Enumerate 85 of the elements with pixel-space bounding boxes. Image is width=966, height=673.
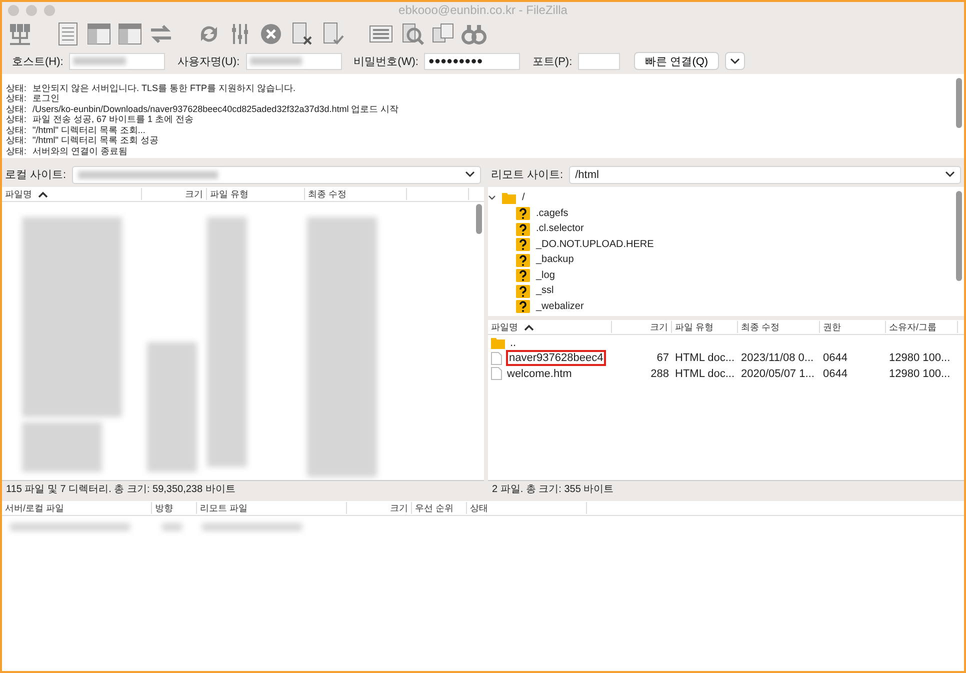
column-header[interactable]: 크기 <box>185 188 203 200</box>
sort-ascending-icon <box>524 324 534 330</box>
status-text: 115 파일 및 7 디렉터리. 총 크기: 59,350,238 바이트 <box>2 480 484 497</box>
file-name[interactable]: .. <box>510 336 516 349</box>
column-header[interactable]: 최종 수정 <box>308 188 347 200</box>
column-header[interactable]: 최종 수정 <box>741 320 780 334</box>
tree-item[interactable]: .cagefs <box>536 208 568 219</box>
table-cell: 12980 100... <box>889 368 950 380</box>
tree-item[interactable]: _backup <box>536 254 574 266</box>
column-header[interactable]: 파일 유형 <box>675 320 714 334</box>
folder-icon <box>502 192 516 204</box>
log-message: 로그인 <box>32 93 60 104</box>
field-label: 사용자명(U): <box>177 54 240 68</box>
window-title: ebkooo@eunbin.co.kr - FileZilla <box>398 3 568 17</box>
question-folder-icon <box>516 206 530 220</box>
table-cell: HTML doc... <box>675 352 734 364</box>
password-field[interactable]: ●●●●●●●●● <box>424 52 520 70</box>
column-header[interactable]: 크기 <box>390 502 408 514</box>
log-label: 상태: <box>6 135 27 146</box>
question-folder-icon <box>516 284 530 298</box>
column-header[interactable]: 우선 순위 <box>415 502 454 514</box>
log-message: 서버와의 연결이 종료됨 <box>32 146 128 156</box>
column-header[interactable]: 방향 <box>155 502 173 514</box>
tree-item[interactable]: _ssl <box>536 285 554 296</box>
log-label: 상태: <box>6 93 27 104</box>
question-folder-icon <box>516 252 530 267</box>
file-name[interactable]: naver937628beec4 <box>507 351 606 366</box>
tree-item[interactable]: _webalizer <box>536 300 584 312</box>
log-message: 파일 전송 성공, 67 바이트를 1 초에 전송 <box>32 114 194 124</box>
question-folder-icon <box>516 222 530 236</box>
table-cell: 0644 <box>823 368 848 380</box>
folder-icon <box>491 336 505 349</box>
table-cell: HTML doc... <box>675 368 734 380</box>
table-cell: 2023/11/08 0... <box>741 352 814 364</box>
question-folder-icon <box>516 299 530 314</box>
column-header[interactable]: 파일 유형 <box>210 188 249 200</box>
field-label: 호스트(H): <box>12 54 64 68</box>
file-name[interactable]: welcome.htm <box>507 368 572 380</box>
field-label: 포트(P): <box>532 54 572 68</box>
input-field[interactable] <box>246 52 342 70</box>
tree-item[interactable]: / <box>522 192 525 204</box>
table-cell: 288 <box>650 368 669 380</box>
log-label: 상태: <box>6 146 27 156</box>
question-folder-icon <box>516 237 530 252</box>
path-combo[interactable]: /html <box>569 166 961 184</box>
input-field[interactable] <box>69 52 166 70</box>
question-folder-icon <box>516 268 530 282</box>
column-header[interactable]: 파일명 <box>491 320 518 334</box>
scrollbar[interactable] <box>956 191 962 281</box>
site-label: 리모트 사이트: <box>491 168 564 182</box>
log-message: 보안되지 않은 서버입니다. TLS를 통한 FTP를 지원하지 않습니다. <box>32 82 296 93</box>
column-header[interactable]: 소유자/그룹 <box>889 320 937 334</box>
tree-item[interactable]: .cl.selector <box>536 223 584 234</box>
log-message: /Users/ko-eunbin/Downloads/naver937628beec40cd825aded32f32a37d3d.html 업로드 시작 <box>32 104 399 114</box>
table-cell: 2020/05/07 1... <box>741 368 814 380</box>
log-message: "/html" 디렉터리 목록 조회 성공 <box>32 135 158 146</box>
log-label: 상태: <box>6 124 27 135</box>
site-label: 로컬 사이트: <box>5 168 66 182</box>
table-cell: 12980 100... <box>889 352 950 364</box>
document-icon <box>491 367 502 380</box>
field-label: 비밀번호(W): <box>354 54 418 68</box>
scrollbar[interactable] <box>956 78 962 128</box>
quickconnect-button[interactable]: 빠른 연결(Q) <box>634 52 720 70</box>
column-header[interactable]: 서버/로컬 파일 <box>5 502 64 514</box>
column-header[interactable]: 권한 <box>823 320 841 334</box>
log-label: 상태: <box>6 114 27 124</box>
expand-chevron-icon[interactable] <box>488 194 496 202</box>
status-text: 2 파일. 총 크기: 355 바이트 <box>488 480 964 497</box>
log-label: 상태: <box>6 82 27 93</box>
log-label: 상태: <box>6 104 27 114</box>
column-header[interactable]: 파일명 <box>5 188 32 200</box>
column-header[interactable]: 크기 <box>650 320 668 334</box>
tree-item[interactable]: _log <box>536 270 555 281</box>
sort-ascending-icon <box>38 190 48 198</box>
blurred-content <box>162 523 182 531</box>
dropdown-button[interactable] <box>725 52 746 70</box>
input-field[interactable] <box>578 52 620 70</box>
document-icon <box>491 352 502 365</box>
column-header[interactable]: 상태 <box>470 502 488 514</box>
column-header[interactable]: 리모트 파일 <box>200 502 248 514</box>
table-cell: 67 <box>656 352 669 364</box>
log-message: "/html" 디렉터리 목록 조회... <box>32 124 146 135</box>
scrollbar[interactable] <box>476 204 482 234</box>
tree-item[interactable]: _DO.NOT.UPLOAD.HERE <box>536 238 654 250</box>
table-cell: 0644 <box>823 352 848 364</box>
